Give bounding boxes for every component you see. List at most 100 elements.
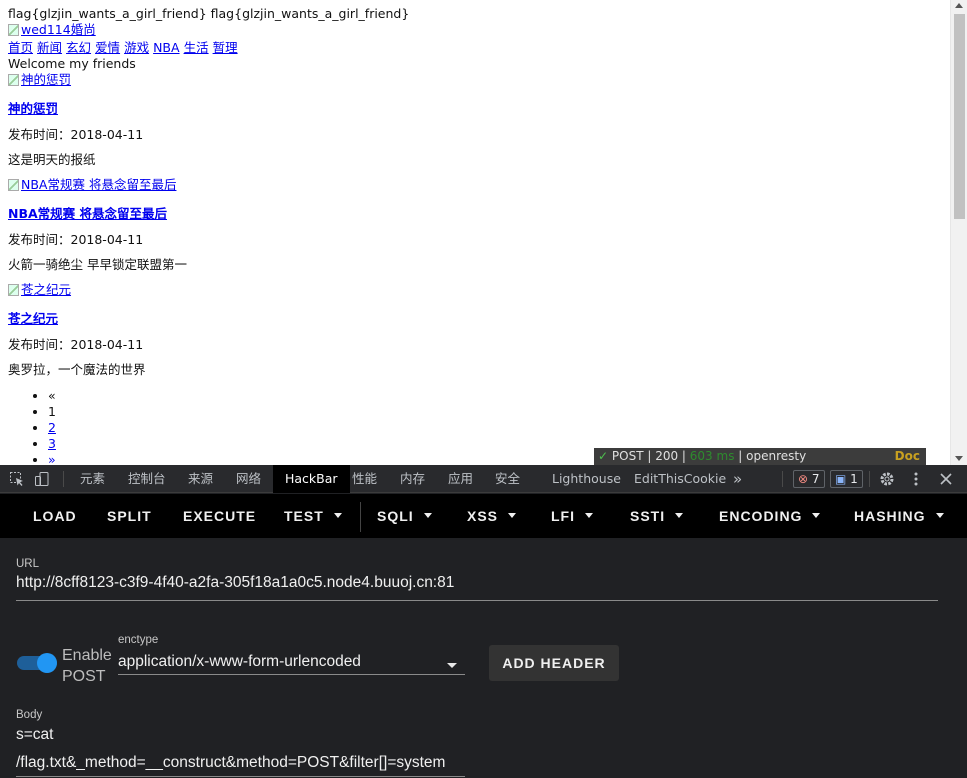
message-count-badge[interactable]: ▣ 1 [830,470,863,488]
inspect-icon[interactable] [9,471,25,487]
tab-hackbar[interactable]: HackBar [273,465,350,493]
hashing-menu-button[interactable]: HASHING [854,508,944,524]
welcome-text: Welcome my friends [8,56,136,71]
post-summary: 奥罗拉，一个魔法的世界 [8,362,146,377]
enctype-label: enctype [118,634,159,646]
gear-icon[interactable] [879,471,895,487]
tab-console[interactable]: 控制台 [128,465,166,493]
message-icon: ▣ [835,472,847,486]
nav-link-fantasy[interactable]: 玄幻 [66,40,91,55]
post-title-link[interactable]: 苍之纪元 [8,311,938,327]
nav-link-manage[interactable]: 暂理 [213,40,238,55]
flag-line: flag{glzjin_wants_a_girl_friend} flag{gl… [8,6,410,21]
nav-link-life[interactable]: 生活 [184,40,209,55]
tab-elements[interactable]: 元素 [80,465,105,493]
pager-link-3[interactable]: 3 [48,436,56,451]
post-item: NBA常规赛 将悬念留至最后 NBA常规赛 将悬念留至最后 发布时间：2018-… [8,177,938,273]
status-method: POST [611,449,644,463]
ssti-menu-button[interactable]: SSTI [630,508,684,524]
test-menu-button[interactable]: TEST [284,508,342,524]
chevron-down-icon [333,513,342,518]
url-underline [16,600,938,601]
broken-image-icon [8,284,19,296]
device-toolbar-icon[interactable] [34,471,50,487]
split-button[interactable]: SPLIT [107,508,152,524]
tab-performance[interactable]: 性能 [352,465,377,493]
page-content: flag{glzjin_wants_a_girl_friend} flag{gl… [8,6,938,465]
chevron-down-icon [423,513,432,518]
url-label: URL [16,558,40,570]
load-button[interactable]: LOAD [33,508,77,524]
page-viewport: flag{glzjin_wants_a_girl_friend} flag{gl… [0,0,967,465]
tab-sources[interactable]: 来源 [188,465,213,493]
post-title-link[interactable]: 神的惩罚 [8,101,938,117]
encoding-menu-button[interactable]: ENCODING [719,508,821,524]
more-tabs-icon[interactable]: » [733,465,742,493]
devtools-panel: 元素 控制台 来源 网络 HackBar 性能 内存 应用 安全 Lightho… [0,465,967,778]
scroll-down-arrow-icon[interactable] [955,456,963,461]
scroll-up-arrow-icon[interactable] [955,3,963,8]
status-time: 603 ms [689,449,735,463]
kebab-menu-icon[interactable] [913,471,919,487]
xss-menu-button[interactable]: XSS [467,508,517,524]
nav-link-nba[interactable]: NBA [153,40,179,55]
url-input[interactable]: http://8cff8123-c3f9-4f40-a2fa-305f18a1a… [16,574,454,592]
status-check-icon: ✓ [598,449,609,463]
tab-network[interactable]: 网络 [236,465,261,493]
nav-link-games[interactable]: 游戏 [124,40,149,55]
post-image-link[interactable]: 苍之纪元 [8,282,71,298]
nav-link-romance[interactable]: 爱情 [95,40,120,55]
pager-current: 1 [48,404,938,420]
chevron-down-icon [812,513,821,518]
pager-item: 2 [48,420,938,436]
add-header-button[interactable]: ADD HEADER [489,645,619,681]
nav-link-home[interactable]: 首页 [8,40,33,55]
tab-security[interactable]: 安全 [495,465,520,493]
broken-image-icon [8,24,19,36]
chevron-down-icon [935,513,944,518]
hackbar-toolbar: LOAD SPLIT EXECUTE TEST SQLI XSS LFI SST… [0,494,967,569]
post-date: 发布时间：2018-04-11 [8,127,144,142]
body-textarea-line[interactable]: s=cat [16,726,53,744]
body-underline [16,776,465,777]
post-image-link[interactable]: NBA常规赛 将悬念留至最后 [8,177,176,193]
lfi-menu-button[interactable]: LFI [551,508,593,524]
sqli-menu-button[interactable]: SQLI [377,508,432,524]
tab-editthiscookie[interactable]: EditThisCookie [634,465,726,493]
enable-post-label: Enable POST [62,647,112,685]
post-title-link[interactable]: NBA常规赛 将悬念留至最后 [8,206,938,222]
execute-button[interactable]: EXECUTE [183,508,256,524]
enable-post-toggle[interactable] [17,653,57,673]
post-item: 苍之纪元 苍之纪元 发布时间：2018-04-11 奥罗拉，一个魔法的世界 [8,282,938,378]
enctype-underline [118,674,465,675]
post-item: 神的惩罚 神的惩罚 发布时间：2018-04-11 这是明天的报纸 [8,72,938,168]
chevron-down-icon[interactable] [447,663,457,668]
post-summary: 火箭一骑绝尘 早早锁定联盟第一 [8,257,187,272]
nav-link-news[interactable]: 新闻 [37,40,62,55]
post-date: 发布时间：2018-04-11 [8,232,144,247]
broken-image-icon [8,74,19,86]
enctype-select[interactable]: application/x-www-form-urlencoded [118,653,361,671]
page-scrollbar[interactable] [950,0,967,465]
request-status-pill: ✓ POST | 200 | 603 ms | openresty Doc [594,448,926,465]
error-icon: ⊗ [798,472,809,486]
toggle-knob[interactable] [37,653,57,673]
post-date: 发布时间：2018-04-11 [8,337,144,352]
body-textarea-line[interactable]: /flag.txt&_method=__construct&method=POS… [16,754,445,772]
scrollbar-thumb[interactable] [954,14,965,219]
pager-next-link[interactable]: » [48,452,56,465]
tab-memory[interactable]: 内存 [400,465,425,493]
pager-link-2[interactable]: 2 [48,420,56,435]
status-code: 200 [655,449,679,463]
post-image-link[interactable]: 神的惩罚 [8,72,71,88]
logo-alt-text: wed114婚尚 [21,22,96,37]
pager-prev: « [48,388,938,404]
body-label: Body [16,709,43,721]
chevron-down-icon [675,513,684,518]
post-summary: 这是明天的报纸 [8,152,96,167]
site-logo-link[interactable]: wed114婚尚 [8,22,96,38]
close-icon[interactable] [939,471,953,487]
tab-lighthouse[interactable]: Lighthouse [552,465,621,493]
tab-application[interactable]: 应用 [448,465,473,493]
error-count-badge[interactable]: ⊗ 7 [793,470,825,488]
